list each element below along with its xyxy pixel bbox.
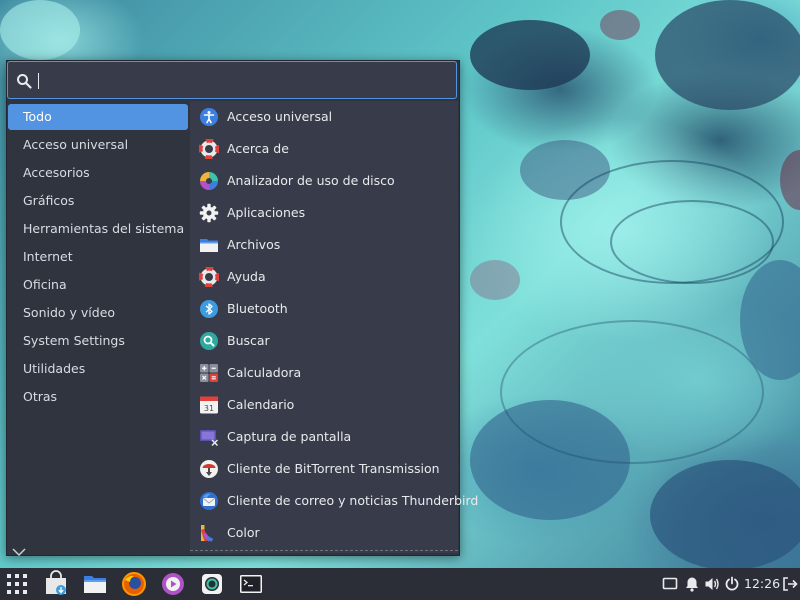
search-icon [17,74,32,89]
accessibility-icon [200,108,218,126]
app-item-acceso-universal[interactable]: Acceso universal [190,101,458,133]
category-utilidades[interactable]: Utilidades [8,356,188,382]
gear-icon [199,203,219,223]
app-item-calendario[interactable]: 31 Calendario [190,389,458,421]
category-acceso-universal[interactable]: Acceso universal [8,132,188,158]
category-internet[interactable]: Internet [8,244,188,270]
app-label: Captura de pantalla [227,429,352,444]
app-label: Ayuda [227,269,266,284]
chevron-down-icon[interactable] [12,548,26,556]
search-input[interactable] [36,68,450,94]
terminal-icon[interactable] [237,570,265,598]
app-item-calculadora[interactable]: Calculadora [190,357,458,389]
firefox-icon[interactable] [120,570,148,598]
category-list: Todo Acceso universal Accesorios Gráfico… [7,103,189,553]
disk-usage-icon [200,172,218,190]
clock[interactable]: 12:26 [744,568,780,600]
search-bar[interactable] [7,61,457,99]
app-item-buscar[interactable]: Buscar [190,325,458,357]
media-player-icon[interactable] [159,570,187,598]
app-label: Color [227,525,260,540]
app-label: Calculadora [227,365,302,380]
volume-icon[interactable] [704,576,720,592]
app-item-color[interactable]: Color [190,517,458,549]
folder-icon [200,239,218,252]
text-cursor [38,73,39,89]
app-label: Archivos [227,237,281,252]
app-item-transmission[interactable]: Cliente de BitTorrent Transmission [190,453,458,485]
category-todo[interactable]: Todo [8,104,188,130]
app-label: Aplicaciones [227,205,306,220]
app-item-captura-de-pantalla[interactable]: Captura de pantalla [190,421,458,453]
application-menu: Todo Acceso universal Accesorios Gráfico… [6,60,478,556]
calendar-icon: 31 [200,396,218,414]
screenshot-icon [200,430,219,447]
lifebuoy-icon [199,267,219,287]
color-icon [200,525,214,542]
category-otras[interactable]: Otras [8,384,188,410]
app-label: Cliente de correo y noticias Thunderbird [227,493,479,508]
power-icon[interactable] [724,576,740,592]
app-label: Buscar [227,333,270,348]
app-label: Bluetooth [227,301,288,316]
category-oficina[interactable]: Oficina [8,272,188,298]
logout-icon[interactable] [782,576,798,592]
bluetooth-icon [200,300,218,318]
application-list: Acceso universal Acerca de Analizador de… [190,101,478,553]
search-icon [200,332,218,350]
category-accesorios[interactable]: Accesorios [8,160,188,186]
category-graficos[interactable]: Gráficos [8,188,188,214]
app-item-archivos[interactable]: Archivos [190,229,458,261]
app-item-analizador-de-uso-de-disco[interactable]: Analizador de uso de disco [190,165,458,197]
app-label: Cliente de BitTorrent Transmission [227,461,440,476]
category-herramientas-del-sistema[interactable]: Herramientas del sistema [8,216,188,242]
app-item-aplicaciones[interactable]: Aplicaciones [190,197,458,229]
thunderbird-icon [200,492,218,510]
app-item-bluetooth[interactable]: Bluetooth [190,293,458,325]
app-label: Acerca de [227,141,289,156]
software-store-icon[interactable] [42,570,70,598]
app-item-thunderbird[interactable]: Cliente de correo y noticias Thunderbird [190,485,478,517]
transmission-icon [200,460,218,478]
app-label: Calendario [227,397,295,412]
app-label: Analizador de uso de disco [227,173,395,188]
scroll-indicator [190,550,458,551]
bell-icon[interactable] [684,576,700,592]
lifebuoy-icon [199,139,219,159]
calculator-icon [200,364,218,382]
app-item-ayuda[interactable]: Ayuda [190,261,458,293]
camera-icon[interactable] [198,570,226,598]
category-system-settings[interactable]: System Settings [8,328,188,354]
app-item-acerca-de[interactable]: Acerca de [190,133,458,165]
calendar-day: 31 [204,404,214,413]
taskbar-panel: 12:26 [0,568,800,600]
display-icon[interactable] [662,576,678,592]
folder-icon[interactable] [81,570,109,598]
apps-grid-icon[interactable] [3,570,31,598]
category-sonido-y-video[interactable]: Sonido y vídeo [8,300,188,326]
app-label: Acceso universal [227,109,333,124]
